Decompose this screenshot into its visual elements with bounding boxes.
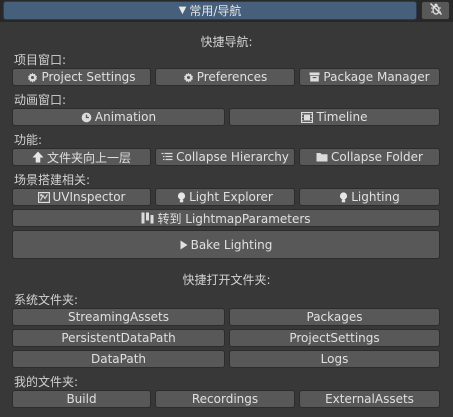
folder-button-streamingassets[interactable]: StreamingAssets [12,308,225,326]
button-label: ExternalAssets [325,392,414,406]
folder-button-externalassets[interactable]: ExternalAssets [299,390,440,408]
label-system-folders: 系统文件夹: [14,293,79,307]
lightbulb-icon [339,191,348,203]
preferences-button[interactable]: Preferences [155,68,295,86]
lightbulb-icon [177,191,186,203]
gear-icon [183,72,194,83]
label-animation-window: 动画窗口: [14,93,67,107]
lightmap-icon [141,212,154,224]
section-title-quick-folders: 快捷打开文件夹: [182,273,271,287]
button-label: Recordings [191,392,259,406]
button-label: DataPath [90,352,146,366]
button-label: Preferences [196,70,268,84]
foldout-title: 常用/导航 [189,4,242,18]
arrow-up-icon [32,151,44,163]
label-my-folders: 我的文件夹: [14,375,79,389]
label-project-window: 项目窗口: [14,53,67,67]
collapse-hierarchy-button[interactable]: Collapse Hierarchy [155,148,295,166]
folder-button-persistentdatapath[interactable]: PersistentDataPath [12,329,225,347]
gear-icon [27,72,38,83]
folder-button-packages[interactable]: Packages [229,308,440,326]
folder-up-button[interactable]: 文件夹向上一层 [12,148,151,166]
timeline-button[interactable]: Timeline [229,108,440,126]
button-label: Bake Lighting [190,237,273,252]
light-explorer-button[interactable]: Light Explorer [155,188,295,206]
folder-button-logs[interactable]: Logs [229,350,440,368]
foldout-header-common-nav[interactable]: ▼ 常用/导航 [3,1,417,20]
hierarchy-icon [161,152,173,162]
animation-button[interactable]: Animation [12,108,225,126]
button-label: Light Explorer [189,190,273,204]
goto-lightmap-parameters-button[interactable]: 转到 LightmapParameters [12,209,440,227]
bug-off-icon [429,2,443,19]
section-title-quick-nav: 快捷导航: [200,35,253,49]
folder-button-projectsettings[interactable]: ProjectSettings [229,329,440,347]
button-label: Build [66,392,97,406]
folder-button-build[interactable]: Build [12,390,151,408]
folder-button-recordings[interactable]: Recordings [155,390,295,408]
button-label: ProjectSettings [289,331,380,345]
button-label: Collapse Folder [331,150,423,164]
button-label: Timeline [316,110,368,124]
film-icon [301,111,314,123]
package-icon [309,72,320,82]
package-manager-button[interactable]: Package Manager [299,68,440,86]
clock-icon [81,112,92,123]
button-label: Logs [320,352,349,366]
panel-header: ▼ 常用/导航 [0,0,453,22]
button-label: 转到 LightmapParameters [157,211,311,226]
button-label: 文件夹向上一层 [46,150,131,165]
project-settings-button[interactable]: Project Settings [12,68,151,86]
bug-toggle-button[interactable] [421,1,450,20]
quick-nav-panel: ▼ 常用/导航 快捷导航: 项目窗口: Project Settings Pre [0,0,453,417]
button-label: PersistentDataPath [61,331,176,345]
folder-icon [316,152,328,162]
button-label: Animation [94,110,157,124]
lighting-button[interactable]: Lighting [299,188,440,206]
button-label: UVInspector [52,190,126,204]
bake-lighting-button[interactable]: Bake Lighting [12,230,440,259]
label-functions: 功能: [14,133,43,147]
button-label: Collapse Hierarchy [176,150,289,164]
button-label: StreamingAssets [67,310,170,324]
button-label: Project Settings [41,70,136,84]
label-scene: 场景搭建相关: [14,173,91,187]
uv-inspector-button[interactable]: UVInspector [12,188,151,206]
collapse-folder-button[interactable]: Collapse Folder [299,148,440,166]
triangle-down-icon: ▼ [178,5,187,16]
uv-icon [37,191,50,203]
button-label: Package Manager [323,70,430,84]
button-label: Packages [306,310,363,324]
button-label: Lighting [351,190,400,204]
play-icon [180,240,188,250]
folder-button-datapath[interactable]: DataPath [12,350,225,368]
